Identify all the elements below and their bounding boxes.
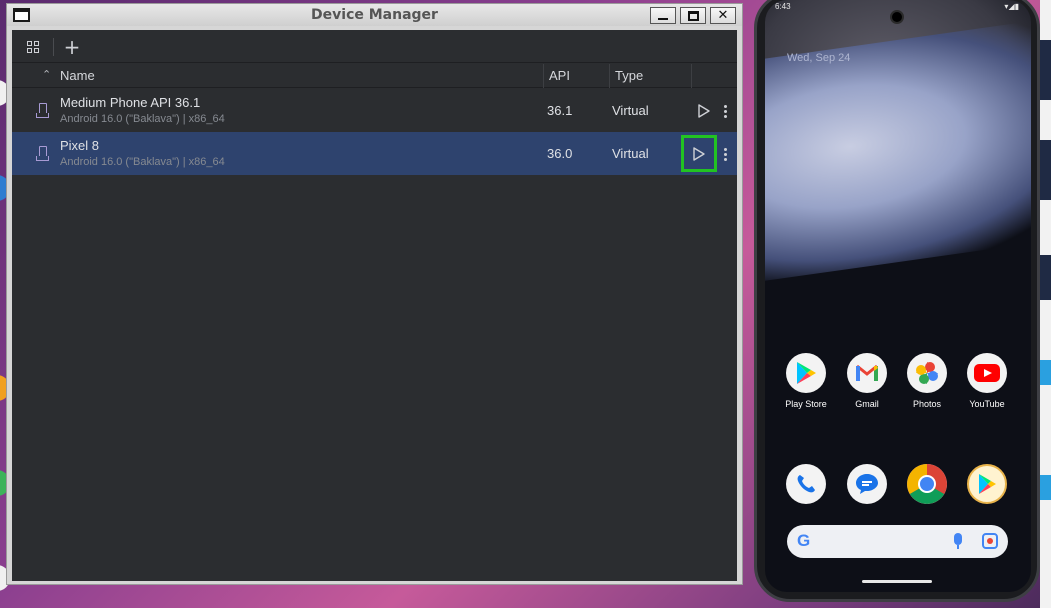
table-header: ⌃ Name API Type	[12, 64, 737, 88]
window-titlebar[interactable]: Device Manager ✕	[7, 4, 742, 26]
device-details: Android 16.0 ("Baklava") | x86_64	[60, 156, 225, 168]
front-camera	[890, 10, 904, 24]
play-games-icon	[967, 464, 1007, 504]
background-window-edge	[1040, 0, 1051, 608]
status-time: 6:43	[775, 2, 791, 11]
gmail-icon	[847, 353, 887, 393]
app-messages[interactable]	[837, 464, 897, 504]
app-gmail[interactable]: Gmail	[837, 353, 897, 409]
google-search-bar[interactable]: G	[787, 525, 1008, 558]
device-type: Virtual	[612, 146, 649, 161]
phone-app-icon	[786, 464, 826, 504]
group-devices-button[interactable]	[22, 36, 44, 58]
status-icons: ▾◢▮	[1004, 2, 1019, 11]
background-block	[1040, 40, 1051, 100]
window-title: Device Manager	[311, 7, 438, 23]
column-divider[interactable]	[609, 64, 610, 88]
virtual-device-icon	[36, 103, 50, 119]
close-button[interactable]: ✕	[710, 7, 736, 24]
messages-icon	[847, 464, 887, 504]
add-device-button[interactable]: +	[61, 36, 83, 58]
device-api: 36.0	[547, 146, 573, 161]
column-header-api[interactable]: API	[549, 68, 570, 83]
gesture-home-pill[interactable]	[862, 580, 932, 583]
device-name: Pixel 8	[60, 138, 100, 153]
minimize-icon	[658, 18, 668, 20]
column-divider[interactable]	[543, 64, 544, 88]
play-icon	[693, 146, 705, 161]
app-play-store[interactable]: Play Store	[776, 353, 836, 409]
more-actions-button[interactable]	[719, 143, 731, 165]
app-label: Photos	[912, 399, 942, 409]
virtual-device-icon	[36, 146, 50, 162]
device-type: Virtual	[612, 103, 649, 118]
more-actions-button[interactable]	[719, 100, 731, 122]
microphone-icon[interactable]	[954, 533, 962, 545]
column-divider[interactable]	[691, 64, 692, 88]
emulator-screen[interactable]: 6:43 ▾◢▮ Wed, Sep 24 Play Store Gmail Ph…	[765, 0, 1031, 592]
device-api: 36.1	[547, 103, 573, 118]
app-photos[interactable]: Photos	[897, 353, 957, 409]
column-header-type[interactable]: Type	[615, 68, 643, 83]
sort-ascending-icon[interactable]: ⌃	[42, 68, 51, 81]
device-manager-panel: + ⌃ Name API Type Medium Phone API 36.1 …	[12, 30, 737, 581]
background-block	[1040, 475, 1051, 500]
photos-icon	[907, 353, 947, 393]
device-name: Medium Phone API 36.1	[60, 95, 201, 110]
plus-icon: +	[63, 35, 81, 59]
column-header-name[interactable]: Name	[60, 68, 95, 83]
background-block	[1040, 255, 1051, 300]
background-block	[1040, 140, 1051, 200]
youtube-icon	[967, 353, 1007, 393]
app-play-games[interactable]	[957, 464, 1017, 504]
microphone-stand	[957, 545, 959, 549]
app-label: Gmail	[855, 399, 879, 409]
app-chrome[interactable]	[897, 464, 957, 504]
maximize-button[interactable]	[680, 7, 706, 24]
close-icon: ✕	[717, 8, 729, 23]
minimize-button[interactable]	[650, 7, 676, 24]
device-details: Android 16.0 ("Baklava") | x86_64	[60, 113, 225, 125]
app-label: YouTube	[969, 399, 1005, 409]
device-row-pixel-8[interactable]: Pixel 8 Android 16.0 ("Baklava") | x86_6…	[12, 132, 737, 175]
grid-icon	[27, 41, 39, 53]
app-label: Play Store	[785, 399, 827, 409]
start-device-button[interactable]	[693, 100, 715, 122]
chrome-icon	[907, 464, 947, 504]
lens-dot	[987, 538, 993, 544]
app-youtube[interactable]: YouTube	[957, 353, 1017, 409]
play-icon	[698, 104, 710, 118]
start-device-button[interactable]	[681, 135, 717, 172]
maximize-icon	[687, 10, 699, 21]
google-logo-icon: G	[797, 531, 811, 550]
play-store-icon	[786, 353, 826, 393]
device-row-medium-phone[interactable]: Medium Phone API 36.1 Android 16.0 ("Bak…	[12, 89, 737, 132]
background-block	[1040, 360, 1051, 385]
device-manager-window: Device Manager ✕ + ⌃ Name API Type Mediu…	[6, 3, 743, 585]
toolbar-divider	[53, 38, 54, 56]
app-phone[interactable]	[776, 464, 836, 504]
home-date[interactable]: Wed, Sep 24	[787, 52, 850, 64]
toolbar: +	[12, 30, 737, 63]
